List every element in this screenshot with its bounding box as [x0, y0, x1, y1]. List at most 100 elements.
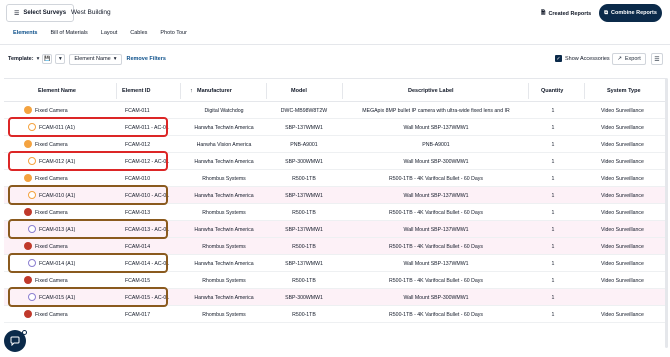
template-label: Template:	[8, 56, 34, 62]
column-header-descriptive-label[interactable]: Descriptive Label	[408, 88, 454, 94]
cell-manufacturer: Hanwha Techwin America	[194, 295, 254, 301]
chat-icon	[10, 336, 20, 346]
cell-descriptive-label: R500-1TB - 4K Varifocal Bullet - 60 Days	[389, 312, 483, 318]
created-reports-link[interactable]: 🗎 Created Reports	[541, 9, 591, 18]
select-surveys-button[interactable]: ☰ Select Surveys	[6, 4, 75, 22]
column-header-element-id[interactable]: Element ID	[122, 88, 150, 94]
chat-notification-badge	[22, 330, 27, 335]
cell-element-name: Fixed Camera	[35, 210, 68, 216]
table-toolbar: Template: ▾ 💾 ▼ Element Name ▾ Remove Fi…	[8, 53, 166, 65]
cell-descriptive-label: R500-1TB - 4K Varifocal Bullet - 60 Days	[389, 176, 483, 182]
element-name-select[interactable]: Element Name ▾	[69, 53, 122, 65]
column-header-quantity[interactable]: Quantity	[541, 88, 563, 94]
cell-system-type: Video Surveillance	[601, 278, 644, 284]
cell-element-id: FCAM-011	[125, 108, 150, 114]
cell-quantity: 1	[551, 261, 555, 267]
highlight-annotation	[8, 287, 168, 307]
cell-model: SBP-300WMW1	[285, 159, 323, 165]
camera-icon	[24, 140, 32, 148]
cell-element-name: Fixed Camera	[35, 108, 68, 114]
export-icon: ↗	[617, 56, 622, 62]
building-name: West Building	[71, 9, 111, 16]
camera-icon	[24, 276, 32, 284]
chevron-down-icon: ▾	[113, 56, 117, 62]
cell-system-type: Video Surveillance	[601, 210, 644, 216]
highlight-annotation	[8, 117, 168, 137]
camera-icon	[24, 174, 32, 182]
remove-filters-link[interactable]: Remove Filters	[127, 56, 166, 62]
template-dropdown-icon[interactable]: ▾	[37, 56, 40, 62]
list-icon: ☰	[14, 10, 20, 17]
cell-quantity: 1	[551, 193, 555, 199]
cell-descriptive-label: R500-1TB - 4K Varifocal Bullet - 60 Days	[389, 210, 483, 216]
tab-layout[interactable]: Layout	[101, 30, 118, 42]
tab-cables[interactable]: Cables	[130, 30, 147, 42]
cell-system-type: Video Surveillance	[601, 142, 644, 148]
camera-icon	[24, 208, 32, 216]
cell-model: SBP-300WMW1	[285, 295, 323, 301]
camera-icon	[24, 106, 32, 114]
camera-icon	[24, 242, 32, 250]
cell-descriptive-label: R500-1TB - 4K Varifocal Bullet - 60 Days	[389, 244, 483, 250]
cell-model: DWC-MB98W8T2W	[280, 108, 328, 114]
cell-manufacturer: Digital Watchdog	[204, 108, 244, 114]
cell-element-name: Fixed Camera	[35, 176, 68, 182]
select-surveys-label: Select Surveys	[23, 10, 67, 16]
cell-descriptive-label: R500-1TB - 4K Varifocal Bullet - 60 Days	[389, 278, 483, 284]
cell-quantity: 1	[551, 159, 555, 165]
column-header-system-type[interactable]: System Type	[607, 88, 641, 94]
save-icon[interactable]: 💾	[42, 54, 53, 64]
cell-manufacturer: Rhombus Systems	[202, 278, 246, 284]
cell-quantity: 1	[551, 244, 555, 250]
highlight-annotation	[8, 219, 168, 239]
column-header-model[interactable]: Model	[291, 88, 307, 94]
cell-manufacturer: Rhombus Systems	[202, 312, 246, 318]
cell-system-type: Video Surveillance	[601, 159, 644, 165]
column-divider	[584, 83, 585, 99]
show-accessories-label: Show Accessories	[565, 55, 610, 62]
vertical-scrollbar[interactable]	[665, 78, 668, 348]
cell-quantity: 1	[551, 108, 555, 114]
tabs-divider	[0, 44, 670, 45]
column-divider	[342, 83, 343, 99]
cell-system-type: Video Surveillance	[601, 108, 644, 114]
export-button[interactable]: ↗ Export	[612, 53, 646, 65]
cell-system-type: Video Surveillance	[601, 261, 644, 267]
column-header-element-name[interactable]: Element Name	[38, 88, 76, 94]
combine-icon: ⧉	[604, 9, 609, 16]
tab-bill-of-materials[interactable]: Bill of Materials	[50, 30, 87, 42]
column-divider	[266, 83, 267, 99]
cell-element-id: FCAM-013	[125, 210, 151, 216]
cell-descriptive-label: PNB-A9001	[422, 142, 450, 148]
cell-element-id: FCAM-015	[125, 278, 151, 284]
combine-reports-button[interactable]: ⧉ Combine Reports	[599, 4, 662, 22]
checkbox-checked-icon[interactable]: ✓	[555, 55, 562, 62]
cell-descriptive-label: Wall Mount SBP-300WMW1	[403, 159, 469, 165]
cell-manufacturer: Rhombus Systems	[202, 210, 246, 216]
top-bar: ☰ Select Surveys West Building 🗎 Created…	[0, 0, 670, 26]
show-accessories-toggle[interactable]: ✓ Show Accessories	[555, 55, 610, 62]
cell-system-type: Video Surveillance	[601, 125, 644, 131]
cell-system-type: Video Surveillance	[601, 193, 644, 199]
column-header-manufacturer[interactable]: Manufacturer	[197, 88, 232, 94]
cell-manufacturer: Hanwha Techwin America	[194, 125, 254, 131]
view-tabs: Elements Bill of Materials Layout Cables…	[13, 30, 200, 45]
cell-model: R500-1TB	[292, 278, 316, 284]
highlight-annotation	[8, 151, 168, 171]
tab-elements[interactable]: Elements	[13, 30, 38, 45]
cell-quantity: 1	[551, 125, 555, 131]
camera-icon	[24, 310, 32, 318]
cell-manufacturer: Hanwha Vision America	[196, 142, 252, 148]
table-row[interactable]: Fixed Camera FCAM-017 Rhombus Systems R500-…	[4, 306, 666, 323]
tab-photo-tour[interactable]: Photo Tour	[160, 30, 187, 42]
cell-element-name: Fixed Camera	[35, 142, 68, 148]
sort-arrow-icon[interactable]: ↑	[190, 88, 193, 94]
cell-system-type: Video Surveillance	[601, 312, 644, 318]
menu-icon[interactable]: ☰	[651, 53, 663, 65]
filter-icon[interactable]: ▼	[55, 54, 66, 64]
cell-system-type: Video Surveillance	[601, 244, 644, 250]
cell-manufacturer: Rhombus Systems	[202, 176, 246, 182]
cell-quantity: 1	[551, 295, 555, 301]
cell-model: SBP-137WMW1	[285, 227, 323, 233]
cell-manufacturer: Hanwha Techwin America	[194, 193, 254, 199]
